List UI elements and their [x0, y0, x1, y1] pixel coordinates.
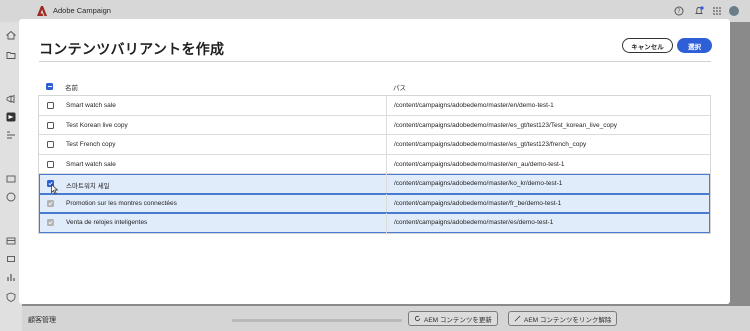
refresh-icon — [414, 315, 421, 322]
megaphone-icon[interactable] — [6, 94, 16, 104]
avatar[interactable] — [729, 6, 739, 16]
stack-icon[interactable] — [6, 254, 16, 264]
folder-icon[interactable] — [6, 50, 16, 60]
unlink-aem-content-label: AEM コンテンツをリンク解除 — [524, 316, 612, 324]
home-icon[interactable] — [6, 30, 16, 40]
checkmark-icon — [48, 220, 53, 225]
dollar-icon[interactable] — [6, 192, 16, 202]
column-separator — [386, 193, 387, 212]
table-row[interactable]: Smart watch sale/content/campaigns/adobe… — [39, 154, 710, 174]
row-checkbox[interactable] — [47, 121, 54, 129]
workflow-icon[interactable] — [6, 130, 16, 140]
apps-grid-icon[interactable] — [712, 6, 722, 16]
background-footer: 顧客管理 AEM コンテンツを更新 AEM コンテンツをリンク解除 — [22, 306, 750, 331]
table-row[interactable]: 스마트워치 세일/content/campaigns/adobedemo/mas… — [39, 174, 710, 195]
table-row[interactable]: Venta de relojes inteligentes/content/ca… — [39, 213, 710, 233]
content-table: 名前 パス Smart watch sale/content/campaigns… — [38, 77, 711, 234]
table-row[interactable]: Test Korean live copy/content/campaigns/… — [39, 115, 710, 135]
row-name: Smart watch sale — [66, 160, 116, 168]
table-row[interactable]: Smart watch sale/content/campaigns/adobe… — [39, 96, 710, 116]
row-checkbox[interactable] — [47, 102, 54, 109]
send-icon[interactable] — [6, 112, 16, 122]
unlink-aem-content-button[interactable]: AEM コンテンツをリンク解除 — [508, 311, 618, 326]
column-separator — [386, 135, 387, 154]
horizontal-scrollbar[interactable] — [232, 319, 402, 322]
row-checkbox[interactable] — [47, 141, 54, 148]
row-path: /content/campaigns/adobedemo/master/en/d… — [394, 102, 554, 109]
row-name: 스마트워치 세일 — [66, 183, 110, 190]
select-all-checkbox[interactable] — [46, 83, 53, 90]
dialog-title: コンテンツバリアントを作成 — [39, 41, 225, 57]
column-separator — [386, 96, 387, 115]
adobe-logo-icon — [37, 6, 47, 16]
row-name: Venta de relojes inteligentes — [66, 219, 148, 226]
select-button[interactable]: 選択 — [677, 38, 712, 53]
column-header-path[interactable]: パス — [393, 82, 406, 92]
row-path: /content/campaigns/adobedemo/master/es_g… — [394, 141, 587, 148]
table-row[interactable]: Test French copy/content/campaigns/adobe… — [39, 135, 710, 155]
row-path: /content/campaigns/adobedemo/master/es/d… — [394, 219, 554, 226]
bell-icon[interactable] — [694, 6, 704, 16]
row-name: Promotion sur les montres connectées — [66, 199, 177, 207]
svg-text:?: ? — [677, 8, 680, 15]
row-path: /content/campaigns/adobedemo/master/es_g… — [394, 121, 617, 129]
row-checkbox — [47, 219, 54, 226]
column-separator — [386, 154, 387, 173]
column-separator — [386, 213, 387, 233]
column-separator — [386, 174, 387, 193]
table-body: Smart watch sale/content/campaigns/adobe… — [38, 95, 711, 234]
dialog-divider — [39, 61, 711, 62]
app-title: Adobe Campaign — [53, 6, 111, 15]
row-path: /content/campaigns/adobedemo/master/ko_k… — [394, 180, 563, 187]
unlink-icon — [514, 315, 521, 322]
update-aem-content-button[interactable]: AEM コンテンツを更新 — [408, 311, 498, 326]
create-content-variant-dialog: コンテンツバリアントを作成 キャンセル 選択 名前 パス Smart watch… — [19, 19, 730, 304]
shield-icon[interactable] — [6, 292, 16, 302]
row-checkbox[interactable] — [47, 160, 54, 168]
cancel-button[interactable]: キャンセル — [622, 38, 673, 53]
table-header: 名前 パス — [38, 77, 711, 95]
row-name: Smart watch sale — [66, 102, 116, 109]
table-icon[interactable] — [6, 236, 16, 246]
row-checkbox — [47, 199, 54, 207]
bar-chart-icon[interactable] — [6, 272, 16, 282]
help-icon[interactable]: ? — [674, 6, 684, 16]
row-path: /content/campaigns/adobedemo/master/en_a… — [394, 160, 565, 168]
checkmark-icon — [48, 201, 53, 205]
row-path: /content/campaigns/adobedemo/master/fr_b… — [394, 199, 562, 207]
column-header-name[interactable]: 名前 — [65, 82, 78, 92]
bottom-section-label: 顧客管理 — [28, 317, 56, 324]
update-aem-content-label: AEM コンテンツを更新 — [424, 316, 492, 324]
row-name: Test French copy — [66, 141, 116, 148]
mail-icon[interactable] — [6, 174, 16, 184]
column-separator — [386, 115, 387, 134]
table-row[interactable]: Promotion sur les montres connectées/con… — [39, 193, 710, 213]
row-name: Test Korean live copy — [66, 121, 128, 129]
